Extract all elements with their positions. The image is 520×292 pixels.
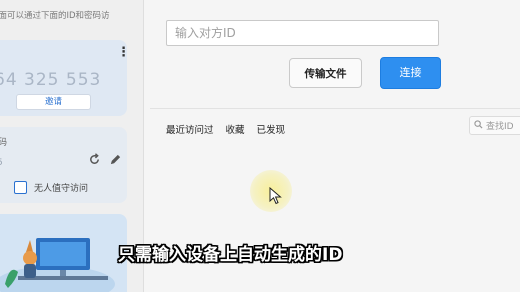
- password-label: 码: [0, 138, 8, 148]
- video-caption: 只需输入设备上自动生成的ID: [118, 245, 343, 265]
- unattended-access-row[interactable]: 无人值守访问: [14, 180, 88, 194]
- search-icon: [474, 119, 483, 132]
- unattended-access-label: 无人值守访问: [34, 183, 89, 194]
- password-value: 5: [0, 158, 3, 168]
- access-description: 桌面可以通过下面的ID和密码访: [0, 11, 110, 21]
- illustration-card: [0, 214, 127, 292]
- mouse-cursor-icon: [269, 187, 282, 205]
- more-vertical-icon[interactable]: ⋮: [117, 46, 130, 60]
- peer-tabs: 最近访问过 收藏 已发现: [166, 122, 285, 136]
- desk-illustration: [0, 238, 115, 292]
- remote-id-input[interactable]: 输入对方ID: [166, 20, 439, 46]
- refresh-icon[interactable]: [87, 153, 101, 167]
- id-card: ⋮ 64 325 553 邀请: [0, 40, 130, 116]
- transfer-file-button[interactable]: 传输文件: [289, 58, 362, 88]
- tab-recent[interactable]: 最近访问过: [166, 122, 214, 136]
- pencil-icon[interactable]: [108, 153, 122, 167]
- divider: [150, 108, 520, 109]
- local-id-number: 64 325 553: [0, 70, 102, 90]
- password-card: 码 5 无人值守访问: [0, 127, 127, 203]
- unattended-checkbox[interactable]: [14, 180, 27, 194]
- tab-discovered[interactable]: 已发现: [257, 122, 286, 136]
- search-placeholder: 查找ID: [486, 122, 514, 132]
- connect-button[interactable]: 连接: [380, 57, 441, 89]
- invite-button[interactable]: 邀请: [16, 94, 91, 110]
- tab-favorites[interactable]: 收藏: [226, 122, 245, 136]
- search-id-input[interactable]: 查找ID: [469, 116, 520, 135]
